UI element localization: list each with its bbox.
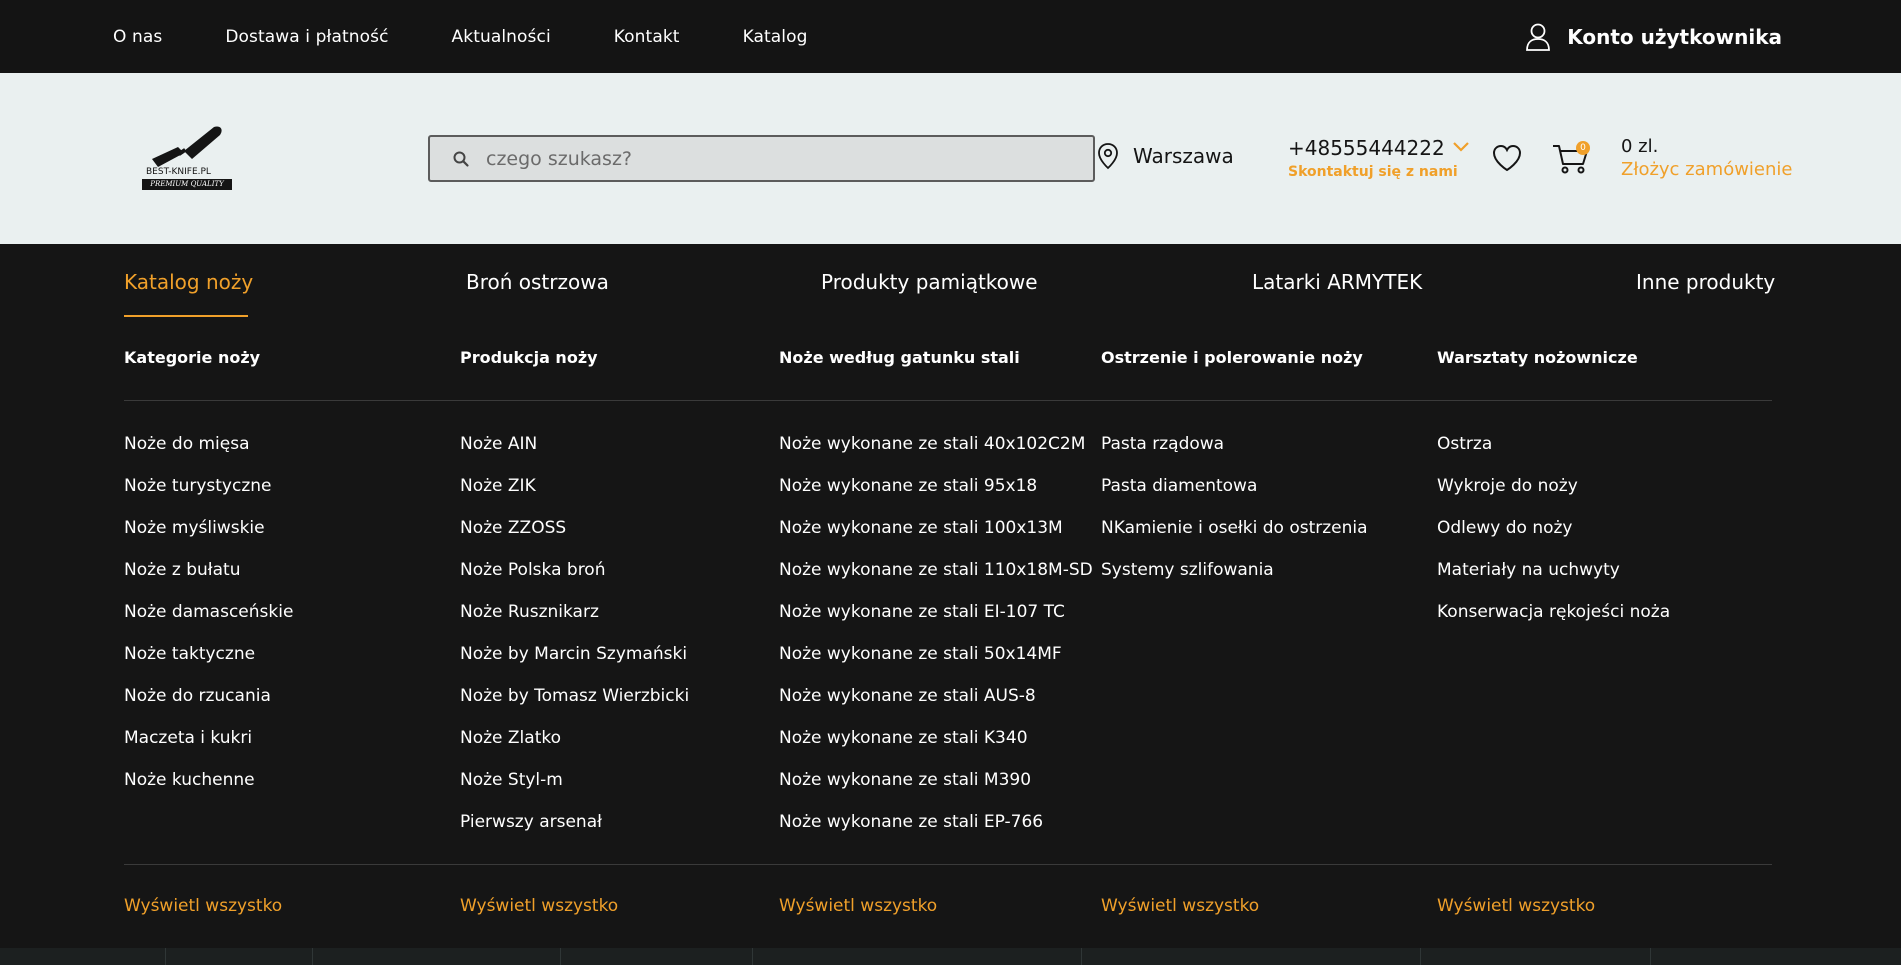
menu-divider-top (124, 400, 1772, 401)
account-link[interactable]: Konto użytkownika (1525, 0, 1782, 73)
menu-link[interactable]: Noże taktyczne (124, 642, 293, 684)
top-nav: O nas Dostawa i płatność Aktualności Kon… (113, 0, 871, 73)
menu-link[interactable]: Pasta diamentowa (1101, 474, 1368, 516)
cart-button[interactable]: 0 (1551, 140, 1591, 176)
logo-text: BEST-KNIFE.PL (146, 167, 211, 177)
search-input[interactable] (486, 147, 1046, 170)
menu-link[interactable]: Noże Zlatko (460, 726, 689, 768)
place-order-link[interactable]: Złożyc zamówienie (1621, 159, 1792, 180)
menu-link[interactable]: Noże wykonane ze stali AUS-8 (779, 684, 1093, 726)
column-heading[interactable]: Noże według gatunku stali (779, 348, 1020, 372)
category-tab-latarki-armytek[interactable]: Latarki ARMYTEK (1252, 270, 1422, 294)
location-pin-icon (1098, 143, 1118, 170)
column-list: Noże do mięsa Noże turystyczne Noże myśl… (124, 432, 293, 810)
city-label: Warszawa (1133, 144, 1234, 168)
category-tab-katalog-nozy[interactable]: Katalog noży (124, 270, 253, 294)
menu-column-ostrzenie: Ostrzenie i polerowanie noży Pasta rządo… (1101, 348, 1368, 916)
menu-link[interactable]: Noże wykonane ze stali M390 (779, 768, 1093, 810)
topnav-link-dostawa[interactable]: Dostawa i płatność (225, 27, 388, 47)
column-heading[interactable]: Kategorie noży (124, 348, 260, 372)
menu-link[interactable]: Ostrza (1437, 432, 1670, 474)
menu-link[interactable]: Noże Polska broń (460, 558, 689, 600)
menu-link[interactable]: Noże damasceńskie (124, 600, 293, 642)
phone-block[interactable]: +48555444222 Skontaktuj się z nami (1288, 136, 1469, 180)
topnav-link-katalog[interactable]: Katalog (743, 27, 808, 47)
topnav-link-aktualnosci[interactable]: Aktualności (452, 27, 551, 47)
menu-link[interactable]: Odlewy do noży (1437, 516, 1670, 558)
top-bar: O nas Dostawa i płatność Aktualności Kon… (0, 0, 1901, 73)
view-all-link[interactable]: Wyświetl wszystko (779, 896, 937, 916)
column-list: Ostrza Wykroje do noży Odlewy do noży Ma… (1437, 432, 1670, 642)
city-selector[interactable]: Warszawa (1097, 142, 1234, 170)
heart-icon[interactable] (1491, 143, 1523, 173)
menu-link[interactable]: Noże ZZOSS (460, 516, 689, 558)
view-all-link[interactable]: Wyświetl wszystko (460, 896, 618, 916)
topnav-link-kontakt[interactable]: Kontakt (614, 27, 680, 47)
user-icon (1526, 23, 1551, 51)
menu-link[interactable]: Noże wykonane ze stali 100x13M (779, 516, 1093, 558)
page-content-strip (0, 948, 1901, 965)
cart-total: 0 zl. (1621, 136, 1659, 157)
column-heading[interactable]: Warsztaty nożownicze (1437, 348, 1638, 372)
menu-link[interactable]: Noże by Marcin Szymański (460, 642, 689, 684)
logo-tagline: PREMIUM QUALITY (142, 179, 232, 190)
category-tab-inne-produkty[interactable]: Inne produkty (1636, 270, 1775, 294)
menu-link[interactable]: Noże wykonane ze stali K340 (779, 726, 1093, 768)
phone-number[interactable]: +48555444222 (1288, 136, 1458, 160)
menu-link[interactable]: Noże turystyczne (124, 474, 293, 516)
active-tab-underline (124, 315, 248, 317)
menu-link[interactable]: Noże z bułatu (124, 558, 293, 600)
category-tab-bron-ostrzowa[interactable]: Broń ostrzowa (466, 270, 609, 294)
menu-link[interactable]: NKamienie i osełki do ostrzenia (1101, 516, 1368, 558)
menu-link[interactable]: Konserwacja rękojeści noża (1437, 600, 1670, 642)
menu-link[interactable]: Systemy szlifowania (1101, 558, 1368, 600)
menu-column-stal: Noże według gatunku stali Noże wykonane … (779, 348, 1093, 916)
column-heading[interactable]: Produkcja noży (460, 348, 598, 372)
view-all-link[interactable]: Wyświetl wszystko (124, 896, 282, 916)
menu-link[interactable]: Noże do mięsa (124, 432, 293, 474)
search-box[interactable] (428, 135, 1095, 182)
menu-link[interactable]: Wykroje do noży (1437, 474, 1670, 516)
menu-link[interactable]: Noże wykonane ze stali EI-107 TC (779, 600, 1093, 642)
menu-link[interactable]: Noże wykonane ze stali 50x14MF (779, 642, 1093, 684)
menu-link[interactable]: Materiały na uchwyty (1437, 558, 1670, 600)
chevron-down-icon[interactable] (1452, 141, 1470, 153)
menu-link[interactable]: Noże by Tomasz Wierzbicki (460, 684, 689, 726)
mega-menu: Katalog noży Broń ostrzowa Produkty pami… (0, 244, 1901, 948)
menu-column-kategorie: Kategorie noży Noże do mięsa Noże turyst… (124, 348, 293, 916)
column-list: Pasta rządowa Pasta diamentowa NKamienie… (1101, 432, 1368, 600)
menu-link[interactable]: Noże kuchenne (124, 768, 293, 810)
menu-link[interactable]: Pierwszy arsenał (460, 810, 689, 852)
view-all-link[interactable]: Wyświetl wszystko (1437, 896, 1595, 916)
search-icon (453, 151, 469, 167)
column-list: Noże wykonane ze stali 40x102C2M Noże wy… (779, 432, 1093, 852)
menu-divider-bottom (124, 864, 1772, 865)
menu-column-produkcja: Produkcja noży Noże AIN Noże ZIK Noże ZZ… (460, 348, 689, 916)
cart-count-badge: 0 (1576, 141, 1590, 155)
menu-link[interactable]: Noże wykonane ze stali 95x18 (779, 474, 1093, 516)
column-heading[interactable]: Ostrzenie i polerowanie noży (1101, 348, 1363, 372)
menu-link[interactable]: Noże myśliwskie (124, 516, 293, 558)
menu-link[interactable]: Noże do rzucania (124, 684, 293, 726)
menu-link[interactable]: Pasta rządowa (1101, 432, 1368, 474)
menu-link[interactable]: Noże wykonane ze stali 110x18M-SD (779, 558, 1093, 600)
menu-link[interactable]: Noże wykonane ze stali EP-766 (779, 810, 1093, 852)
menu-link[interactable]: Noże wykonane ze stali 40x102C2M (779, 432, 1093, 474)
column-list: Noże AIN Noże ZIK Noże ZZOSS Noże Polska… (460, 432, 689, 852)
view-all-link[interactable]: Wyświetl wszystko (1101, 896, 1259, 916)
cart-info[interactable]: 0 zl. Złożyc zamówienie (1621, 136, 1792, 180)
menu-column-warsztaty: Warsztaty nożownicze Ostrza Wykroje do n… (1437, 348, 1670, 916)
contact-link[interactable]: Skontaktuj się z nami (1288, 164, 1458, 180)
account-label: Konto użytkownika (1567, 24, 1782, 49)
menu-link[interactable]: Maczeta i kukri (124, 726, 293, 768)
menu-link[interactable]: Noże Rusznikarz (460, 600, 689, 642)
menu-link[interactable]: Noże ZIK (460, 474, 689, 516)
topnav-link-o-nas[interactable]: O nas (113, 27, 162, 47)
site-logo[interactable]: BEST-KNIFE.PL PREMIUM QUALITY (140, 121, 236, 197)
menu-link[interactable]: Noże Styl-m (460, 768, 689, 810)
category-tab-produkty-pamiatkowe[interactable]: Produkty pamiątkowe (821, 270, 1038, 294)
menu-link[interactable]: Noże AIN (460, 432, 689, 474)
